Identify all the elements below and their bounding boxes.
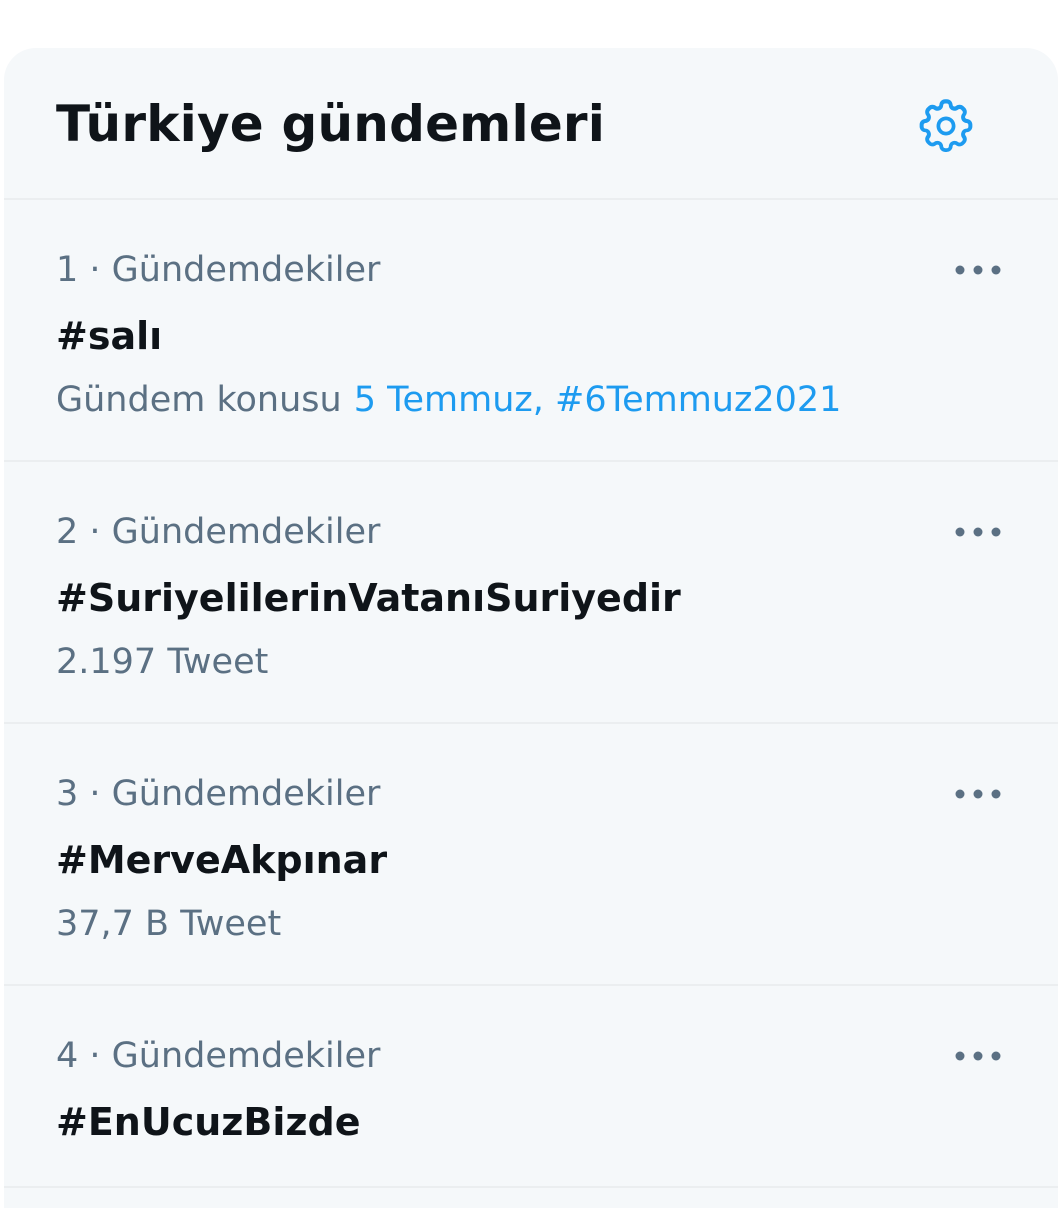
trend-item-2[interactable]: 2 · Gündemdekiler #SuriyelilerinVatanıSu… xyxy=(4,462,1058,724)
more-options-button[interactable] xyxy=(948,1034,1008,1078)
trend-rank-label: 4 · Gündemdekiler xyxy=(56,1036,381,1076)
panel-title: Türkiye gündemleri xyxy=(56,95,606,153)
trend-topic-links[interactable]: 5 Temmuz, #6Temmuz2021 xyxy=(354,380,842,420)
more-dots-icon xyxy=(955,527,1001,537)
trends-panel: Türkiye gündemleri 1 · Gündemdekiler #sa… xyxy=(4,48,1058,1208)
trend-name: #SuriyelilerinVatanıSuriyedir xyxy=(56,576,681,620)
more-dots-icon xyxy=(955,1051,1001,1061)
trend-item-3[interactable]: 3 · Gündemdekiler #MerveAkpınar 37,7 B T… xyxy=(4,724,1058,986)
trend-topic-label: Gündem konusu xyxy=(56,380,342,420)
trend-item-4[interactable]: 4 · Gündemdekiler #EnUcuzBizde xyxy=(4,986,1058,1188)
trend-name: #MerveAkpınar xyxy=(56,838,388,882)
more-options-button[interactable] xyxy=(948,772,1008,816)
trend-item-1[interactable]: 1 · Gündemdekiler #salı Gündem konusu 5 T… xyxy=(4,200,1058,462)
trends-header: Türkiye gündemleri xyxy=(4,48,1058,200)
settings-button[interactable] xyxy=(910,90,982,162)
gear-icon xyxy=(919,99,973,152)
more-options-button[interactable] xyxy=(948,510,1008,554)
trend-tweet-count: 37,7 B Tweet xyxy=(56,904,282,944)
trend-rank-label: 2 · Gündemdekiler xyxy=(56,512,381,552)
trend-name: #EnUcuzBizde xyxy=(56,1100,361,1144)
more-dots-icon xyxy=(955,789,1001,799)
more-dots-icon xyxy=(955,265,1001,275)
trend-name: #salı xyxy=(56,314,163,358)
more-options-button[interactable] xyxy=(948,248,1008,292)
trend-context: Gündem konusu 5 Temmuz, #6Temmuz2021 xyxy=(56,380,841,420)
trend-tweet-count: 2.197 Tweet xyxy=(56,642,269,682)
trend-rank-label: 3 · Gündemdekiler xyxy=(56,774,381,814)
trend-rank-label: 1 · Gündemdekiler xyxy=(56,250,381,290)
